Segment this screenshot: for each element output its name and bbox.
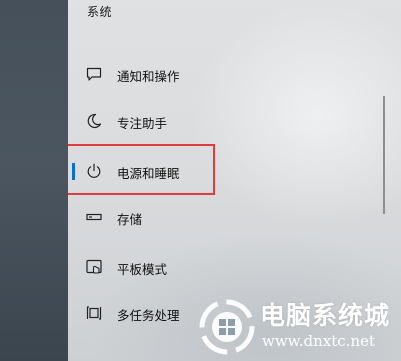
highlight-annotation-box: [68, 144, 215, 195]
storage-icon: [84, 207, 104, 227]
nav-item-focus-assist[interactable]: 专注助手: [68, 104, 378, 138]
nav-item-label: 平板模式: [117, 262, 168, 277]
desktop-background: [0, 0, 68, 361]
watermark-logo-icon: [199, 299, 255, 355]
watermark-url: www.dnxtc.net: [262, 332, 375, 350]
nav-item-tablet-mode[interactable]: 平板模式: [68, 250, 378, 284]
nav-item-label: 专注助手: [117, 116, 168, 131]
multitasking-icon: [84, 303, 104, 323]
section-title: 系统: [87, 5, 113, 19]
nav-item-label: 多任务处理: [117, 308, 180, 323]
tablet-mode-icon: [84, 257, 104, 277]
watermark-title: 电脑系统城: [260, 301, 391, 330]
nav-item-label: 存储: [117, 212, 143, 227]
nav-item-label: 通知和操作: [117, 69, 180, 84]
scrollbar[interactable]: [383, 96, 385, 214]
nav-item-storage[interactable]: 存储: [68, 200, 378, 234]
moon-icon: [84, 111, 104, 131]
watermark: 电脑系统城 www.dnxtc.net: [198, 294, 401, 361]
nav-item-notifications[interactable]: 通知和操作: [68, 57, 378, 91]
notification-icon: [84, 64, 104, 84]
